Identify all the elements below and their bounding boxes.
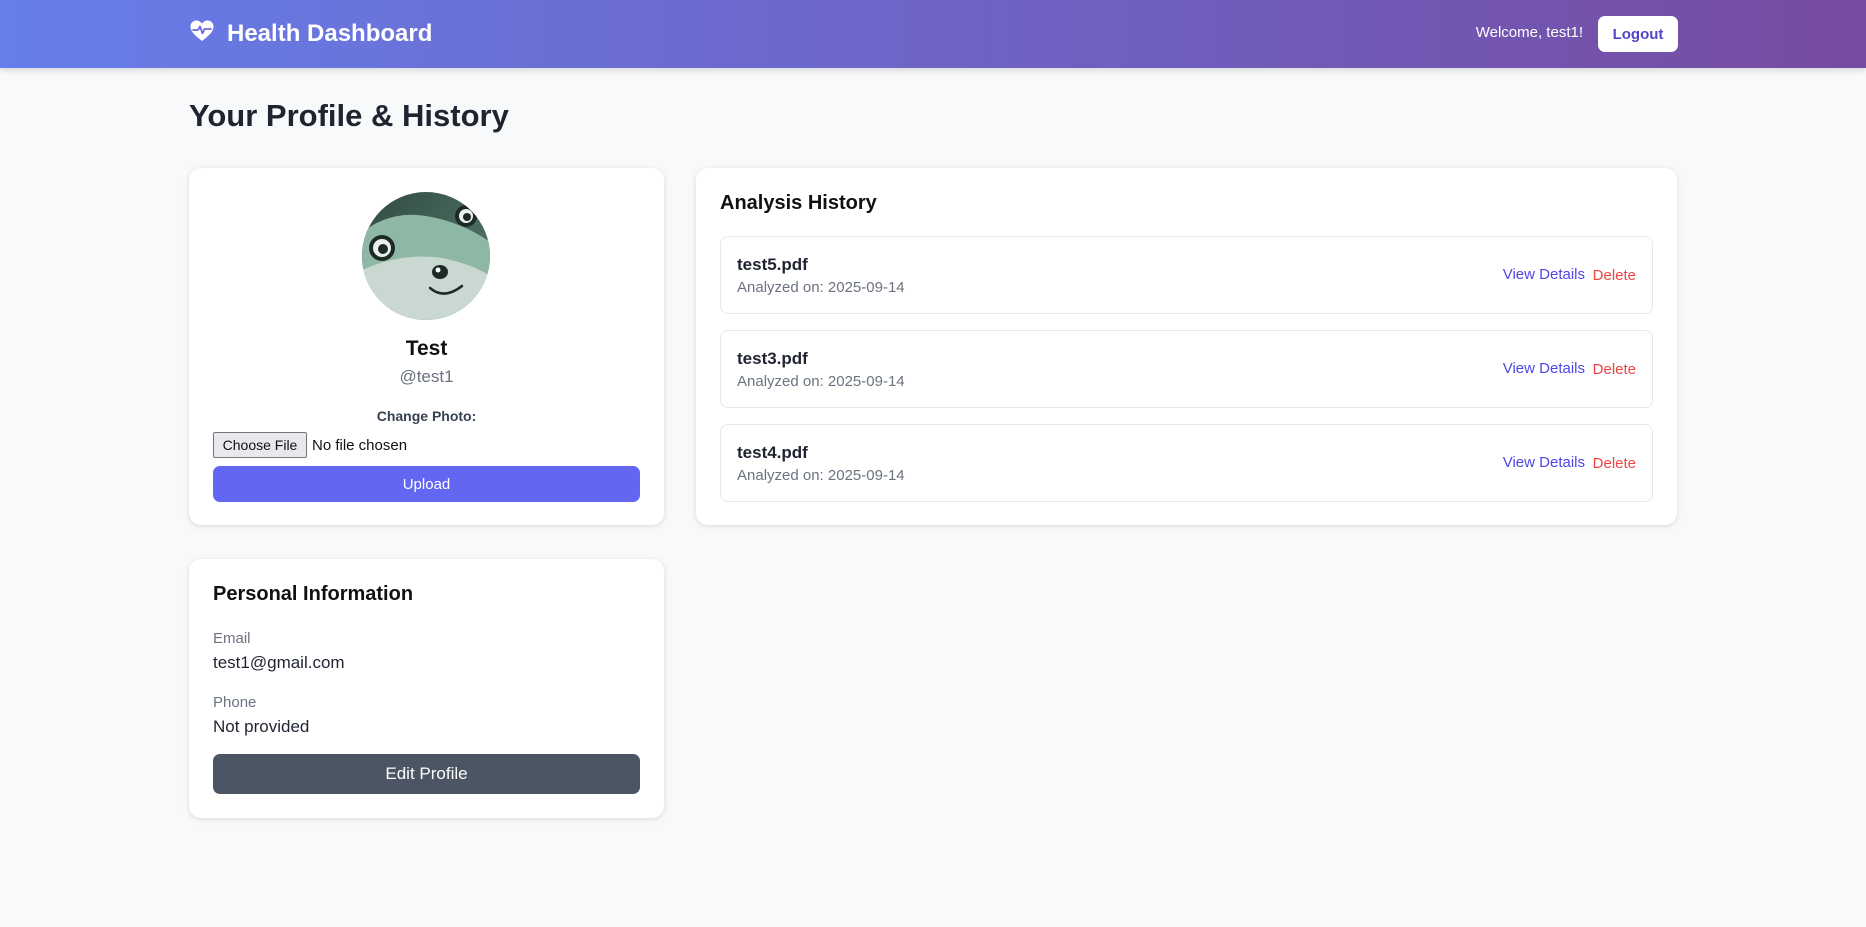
email-label: Email [213,630,251,647]
analysis-history-card: Analysis History test5.pdf Analyzed on: … [696,168,1677,525]
choose-file-button[interactable]: Choose File [213,432,307,458]
logout-button[interactable]: Logout [1598,16,1678,52]
phone-label: Phone [213,694,257,711]
delete-link[interactable]: Delete [1593,361,1636,378]
profile-name: Test [405,337,448,360]
view-details-link[interactable]: View Details [1503,266,1585,283]
file-status: No file chosen [312,436,408,454]
history-item-date: Analyzed on: 2025-09-14 [737,279,905,296]
history-title: Analysis History [720,192,877,214]
phone-value: Not provided [213,717,310,736]
history-item-filename: test4.pdf [737,443,808,462]
delete-link[interactable]: Delete [1593,267,1636,284]
delete-link[interactable]: Delete [1593,455,1636,472]
edit-profile-button[interactable]: Edit Profile [213,754,640,794]
file-input[interactable]: Choose File No file chosen [213,432,407,458]
page-title: Your Profile & History [189,98,509,133]
heart-pulse-icon [189,19,215,50]
profile-handle: @test1 [399,367,454,386]
brand[interactable]: Health Dashboard [189,17,432,51]
history-item-date: Analyzed on: 2025-09-14 [737,467,905,484]
top-navbar: Health Dashboard Welcome, test1! Logout [0,0,1866,68]
brand-title: Health Dashboard [227,20,433,47]
history-item: test5.pdf Analyzed on: 2025-09-14 View D… [720,236,1653,314]
avatar [362,192,490,320]
welcome-message: Welcome, test1! [1475,24,1583,41]
history-item: test4.pdf Analyzed on: 2025-09-14 View D… [720,424,1653,502]
change-photo-label: Change Photo: [376,408,477,424]
email-value: test1@gmail.com [213,653,345,672]
view-details-link[interactable]: View Details [1503,360,1585,377]
history-item: test3.pdf Analyzed on: 2025-09-14 View D… [720,330,1653,408]
profile-card: Test @test1 Change Photo: Choose File No… [189,168,664,525]
view-details-link[interactable]: View Details [1503,454,1585,471]
history-item-filename: test3.pdf [737,349,808,368]
history-item-filename: test5.pdf [737,255,808,274]
personal-info-title: Personal Information [213,583,414,605]
history-item-date: Analyzed on: 2025-09-14 [737,373,905,390]
personal-info-card: Personal Information Email test1@gmail.c… [189,559,664,818]
upload-button[interactable]: Upload [213,466,640,502]
